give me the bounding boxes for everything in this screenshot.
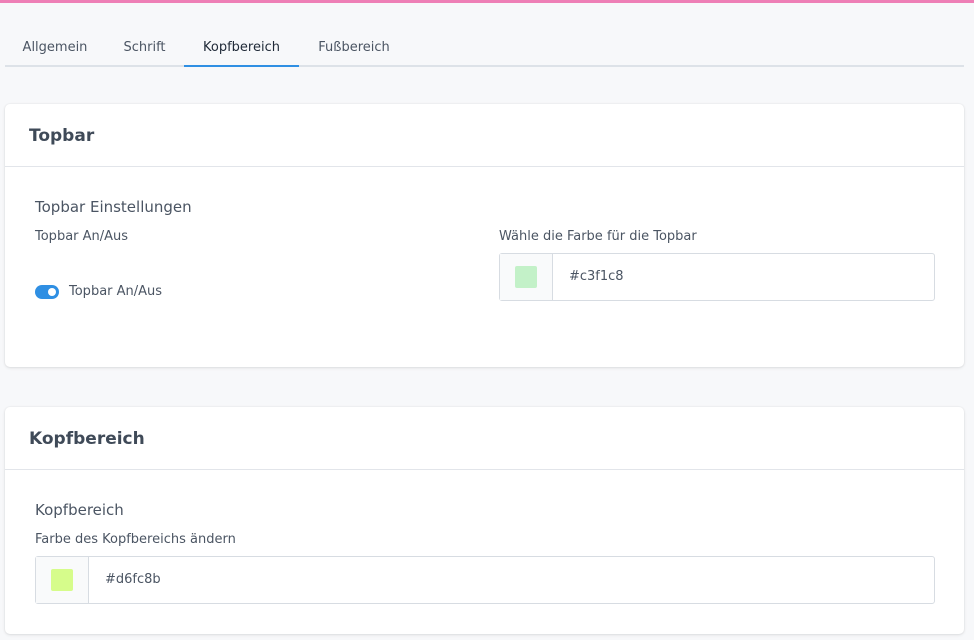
header-color-swatch-button[interactable] xyxy=(36,557,89,603)
tab-kopfbereich[interactable]: Kopfbereich xyxy=(184,30,299,67)
settings-tabs: Allgemein Schrift Kopfbereich Fußbereich xyxy=(5,30,964,67)
topbar-card-title: Topbar xyxy=(29,126,95,146)
header-color-swatch xyxy=(51,569,73,591)
topbar-color-swatch xyxy=(515,266,537,288)
toggle-knob xyxy=(48,288,56,296)
header-card-header: Kopfbereich xyxy=(5,407,964,470)
header-color-value-input[interactable] xyxy=(105,557,405,603)
topbar-color-input xyxy=(499,253,935,301)
tab-schrift[interactable]: Schrift xyxy=(105,30,184,67)
tab-allgemein[interactable]: Allgemein xyxy=(5,30,105,67)
topbar-color-swatch-button[interactable] xyxy=(500,254,553,300)
top-accent-line xyxy=(0,0,974,3)
topbar-section-title: Topbar Einstellungen xyxy=(35,198,192,216)
topbar-toggle-field-label: Topbar An/Aus xyxy=(35,229,129,244)
topbar-color-value-input[interactable] xyxy=(569,254,869,300)
header-color-field-label: Farbe des Kopfbereichs ändern xyxy=(35,532,236,547)
header-card: Kopfbereich Kopfbereich Farbe des Kopfbe… xyxy=(5,407,964,634)
header-color-input xyxy=(35,556,935,604)
header-card-title: Kopfbereich xyxy=(29,429,145,449)
topbar-card: Topbar Topbar Einstellungen Topbar An/Au… xyxy=(5,104,964,367)
topbar-toggle-switch[interactable] xyxy=(35,285,59,299)
header-section-title: Kopfbereich xyxy=(35,501,124,519)
topbar-card-header: Topbar xyxy=(5,104,964,167)
topbar-toggle-label[interactable]: Topbar An/Aus xyxy=(69,283,162,301)
topbar-color-field-label: Wähle die Farbe für die Topbar xyxy=(499,229,697,244)
tab-fussbereich[interactable]: Fußbereich xyxy=(299,30,409,67)
